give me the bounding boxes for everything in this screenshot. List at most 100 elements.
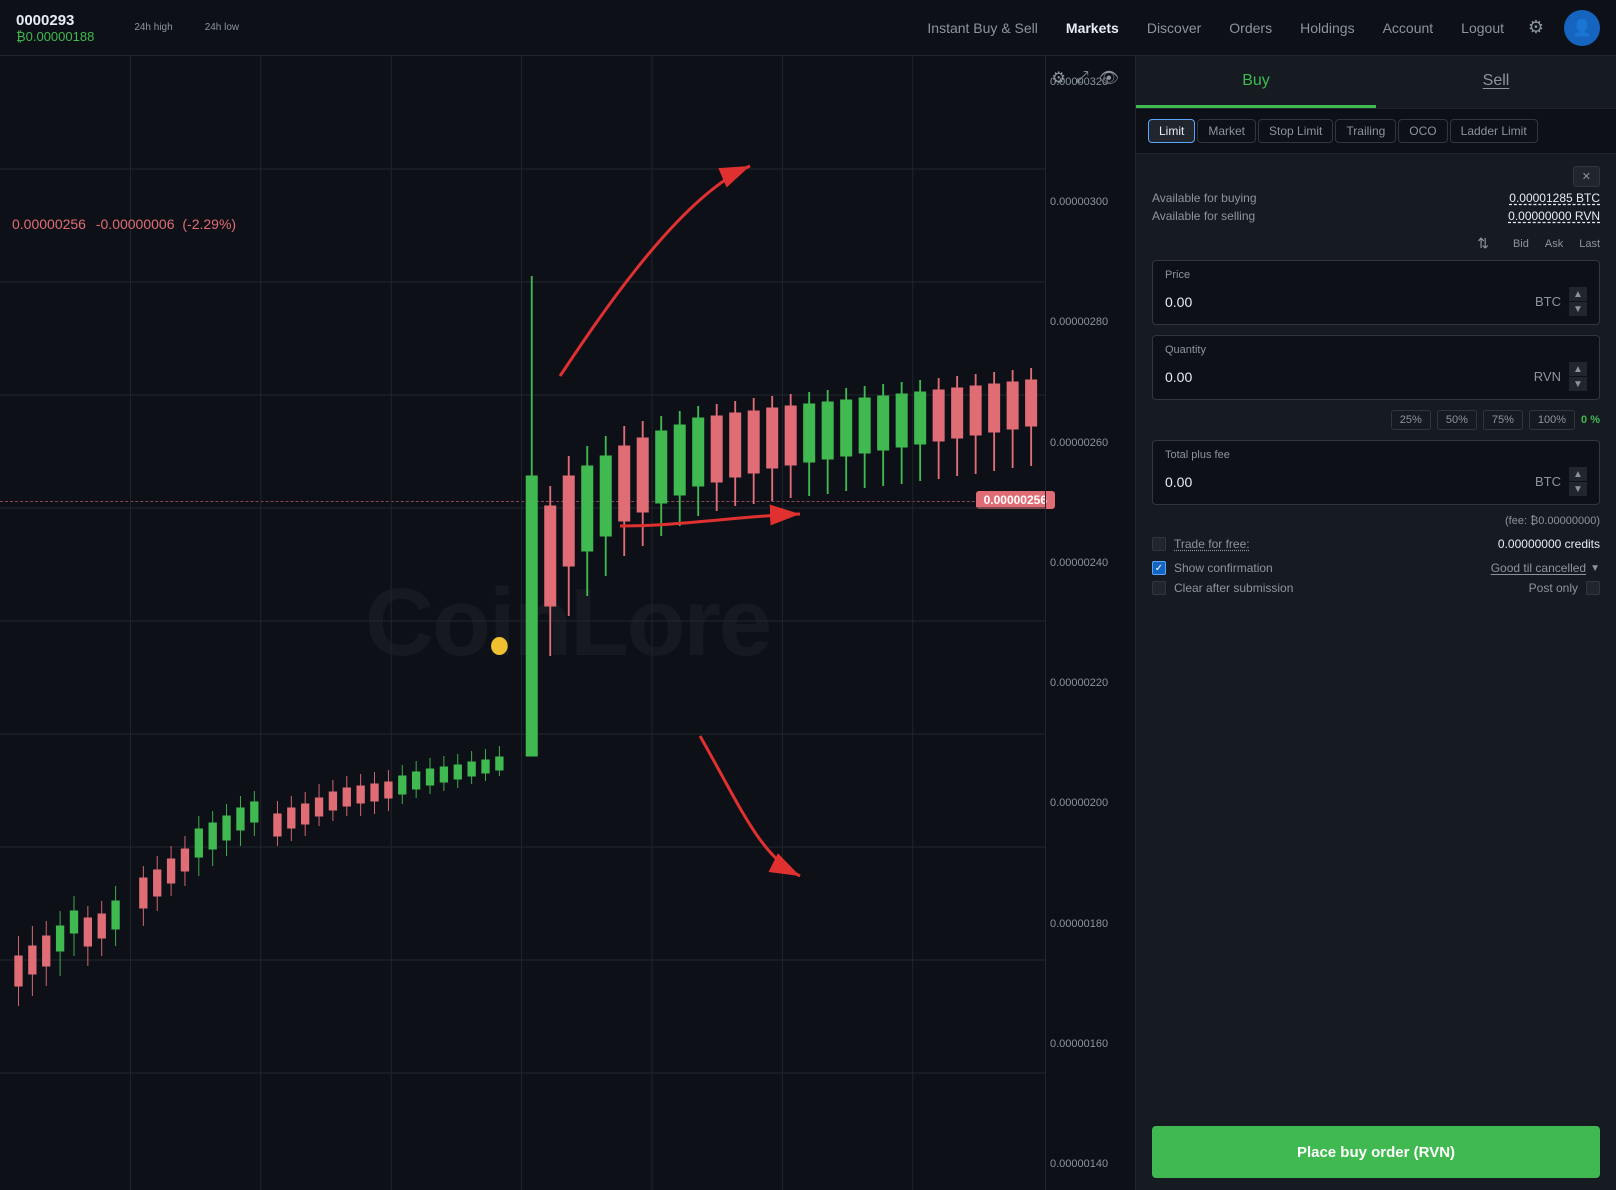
y-label-4: 0.00000240 [1050,557,1131,569]
available-selling-label: Available for selling [1152,209,1255,223]
trading-pair: 0000293 [16,12,94,29]
clear-icon[interactable]: ✕ [1573,166,1600,187]
available-balances: Available for buying 0.00001285 BTC Avai… [1152,191,1600,223]
order-type-ladder[interactable]: Ladder Limit [1450,119,1538,143]
order-type-trailing[interactable]: Trailing [1335,119,1396,143]
eye-icon[interactable]: 👁 [1099,68,1119,88]
clear-submission-group: Clear after submission [1152,581,1521,595]
y-axis: 0.00000320 0.00000300 0.00000280 0.00000… [1045,56,1135,1190]
credits-value: 0.00000000 credits [1498,537,1600,551]
place-buy-order-button[interactable]: Place buy order (RVN) [1152,1126,1600,1178]
available-buying-val: 0.00001285 BTC [1509,191,1600,205]
last-label: Last [1579,238,1600,250]
nav-account[interactable]: Account [1383,20,1434,36]
total-input-group: Total plus fee BTC ▲ ▼ [1152,440,1600,505]
order-type-limit[interactable]: Limit [1148,119,1195,143]
y-label-7: 0.00000180 [1050,918,1131,930]
fee-line: (fee: ₿0.00000000) [1152,515,1600,527]
trade-free-checkbox[interactable] [1152,537,1166,551]
show-confirmation-row: ✓ Show confirmation Good til cancelled ▼ [1152,561,1600,575]
topnav: 0000293 ₿0.00000188 24h high 24h low Ins… [0,0,1616,56]
show-confirmation-left: ✓ Show confirmation [1152,561,1273,575]
nav-icons: ⚙ 👤 [1520,10,1600,46]
nav-instant-buy[interactable]: Instant Buy & Sell [927,20,1038,36]
available-buying-label: Available for buying [1152,191,1257,205]
total-spinners: ▲ ▼ [1569,467,1587,496]
nav-markets[interactable]: Markets [1066,20,1119,36]
clear-submission-label: Clear after submission [1174,581,1293,595]
nav-discover[interactable]: Discover [1147,20,1201,36]
available-buying-row: Available for buying 0.00001285 BTC [1152,191,1600,205]
expand-icon[interactable]: ⤢ [1076,68,1089,88]
price-label: Price [1153,261,1599,283]
order-type-tabs: Limit Market Stop Limit Trailing OCO Lad… [1136,109,1616,154]
stat-low: 24h low [205,22,239,33]
nav-logout[interactable]: Logout [1461,20,1504,36]
total-currency: BTC [1535,474,1561,489]
total-down[interactable]: ▼ [1569,482,1587,496]
available-selling-val: 0.00000000 RVN [1508,209,1600,223]
gtc-dropdown[interactable]: Good til cancelled ▼ [1491,561,1600,575]
tab-sell[interactable]: Sell [1376,56,1616,108]
total-label: Total plus fee [1153,441,1599,463]
high-label: 24h high [134,22,172,33]
avatar[interactable]: 👤 [1564,10,1600,46]
percent-buttons-row: 25% 50% 75% 100% 0 % [1152,410,1600,430]
ask-label: Ask [1545,238,1563,250]
y-label-3: 0.00000260 [1050,437,1131,449]
price-spinners: ▲ ▼ [1569,287,1587,316]
show-confirmation-checkbox[interactable]: ✓ [1152,561,1166,575]
nav-links: Instant Buy & Sell Markets Discover Orde… [927,20,1504,36]
buy-sell-tabs: Buy Sell [1136,56,1616,109]
price-input-group: Price BTC ▲ ▼ [1152,260,1600,325]
chart-area: ⚙ ⤢ 👁 CoinLore 0.00000256 -0.00000006 (-… [0,56,1136,1190]
settings-icon[interactable]: ⚙ [1520,12,1552,44]
pct-50[interactable]: 50% [1437,410,1477,430]
post-only-checkbox[interactable] [1586,581,1600,595]
quantity-down[interactable]: ▼ [1569,377,1587,391]
chart-settings-icon[interactable]: ⚙ [1052,68,1066,88]
current-price: ₿0.00000188 [16,29,94,44]
market-stats: 24h high 24h low [134,22,927,33]
trade-free-left: Trade for free: [1152,537,1250,551]
y-label-6: 0.00000200 [1050,797,1131,809]
trade-free-row: Trade for free: 0.00000000 credits [1152,537,1600,551]
nav-holdings[interactable]: Holdings [1300,20,1354,36]
bid-label: Bid [1513,238,1529,250]
price-input[interactable] [1165,294,1535,310]
order-type-stop-limit[interactable]: Stop Limit [1258,119,1333,143]
clear-submission-checkbox[interactable] [1152,581,1166,595]
chevron-down-icon: ▼ [1590,563,1600,574]
tab-buy[interactable]: Buy [1136,56,1376,108]
pct-75[interactable]: 75% [1483,410,1523,430]
clear-post-row: Clear after submission Post only [1152,581,1600,595]
order-form: ✕ Available for buying 0.00001285 BTC Av… [1136,154,1616,1190]
gtc-label: Good til cancelled [1491,561,1586,575]
y-label-5: 0.00000220 [1050,677,1131,689]
price-currency: BTC [1535,294,1561,309]
y-label-8: 0.00000160 [1050,1038,1131,1050]
main-layout: ⚙ ⤢ 👁 CoinLore 0.00000256 -0.00000006 (-… [0,56,1616,1190]
quantity-currency: RVN [1534,369,1561,384]
show-confirmation-label: Show confirmation [1174,561,1273,575]
quantity-label: Quantity [1153,336,1599,358]
pct-25[interactable]: 25% [1391,410,1431,430]
total-up[interactable]: ▲ [1569,467,1587,481]
order-type-market[interactable]: Market [1197,119,1256,143]
total-input[interactable] [1165,474,1535,490]
nav-orders[interactable]: Orders [1229,20,1272,36]
y-label-2: 0.00000280 [1050,316,1131,328]
brand-info: 0000293 ₿0.00000188 [16,12,94,44]
low-label: 24h low [205,22,239,33]
order-type-oco[interactable]: OCO [1398,119,1447,143]
stat-high: 24h high [134,22,172,33]
trade-free-label: Trade for free: [1174,537,1250,551]
pct-100[interactable]: 100% [1529,410,1575,430]
quantity-up[interactable]: ▲ [1569,362,1587,376]
filter-icon[interactable]: ⇅ [1477,235,1489,252]
price-change-label: 0.00000256 -0.00000006 (-2.29%) [12,216,236,232]
y-label-9: 0.00000140 [1050,1158,1131,1170]
price-down[interactable]: ▼ [1569,302,1587,316]
quantity-input[interactable] [1165,369,1534,385]
price-up[interactable]: ▲ [1569,287,1587,301]
